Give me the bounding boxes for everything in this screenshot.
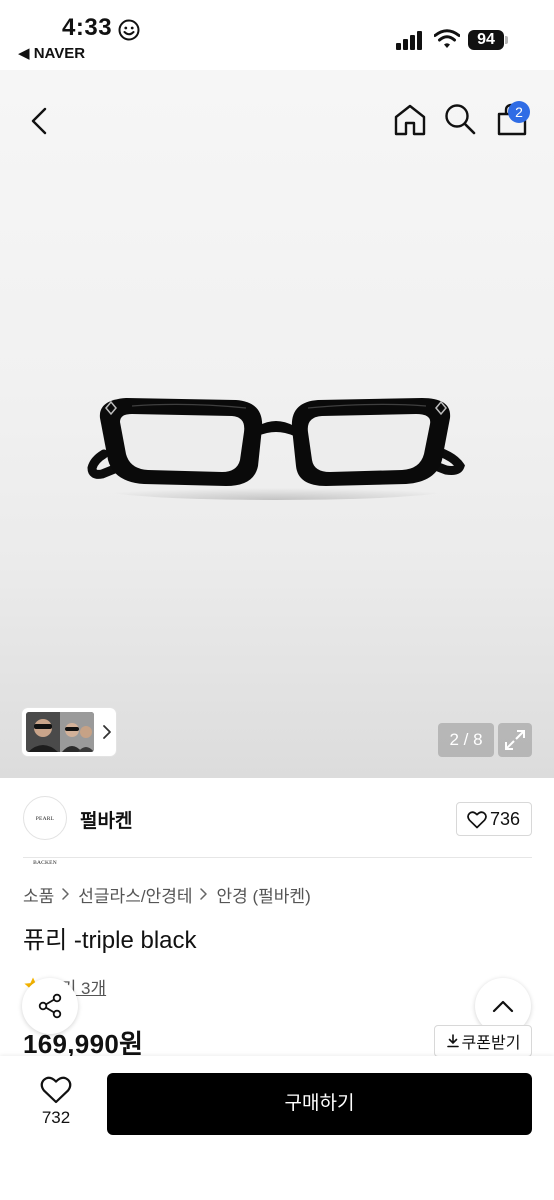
expand-icon (505, 730, 525, 750)
breadcrumb: 소품 선글라스/안경테 안경 (펄바켄) (23, 882, 311, 906)
chevron-up-icon (492, 1000, 514, 1013)
chevron-right-icon (200, 888, 208, 900)
wish-count: 732 (41, 1108, 71, 1127)
breadcrumb-item[interactable]: 선글라스/안경테 (78, 882, 192, 907)
breadcrumb-item[interactable]: 소품 (23, 882, 54, 907)
brand-logo[interactable]: PEARL BACKEN (23, 796, 67, 866)
brand-like-button[interactable]: 736 (456, 802, 532, 836)
divider (23, 857, 532, 858)
search-icon[interactable] (443, 102, 477, 136)
download-icon (446, 1034, 459, 1048)
status-bar: 4:33 ◀ NAVER 94 (0, 0, 554, 70)
signal-icon (396, 31, 422, 50)
wifi-icon (434, 29, 460, 48)
heart-icon[interactable] (40, 1076, 72, 1104)
home-icon[interactable] (392, 102, 428, 138)
back-chevron-icon[interactable] (24, 104, 58, 138)
battery-tip (505, 36, 508, 44)
share-icon (38, 993, 62, 1019)
style-photos-image (26, 712, 94, 752)
battery-indicator: 94 (468, 30, 504, 50)
buy-button[interactable]: 구매하기 (107, 1073, 532, 1135)
smiley-icon (118, 19, 140, 41)
status-time: 4:33 (62, 14, 113, 41)
brand-like-count: 736 (490, 809, 521, 829)
chevron-right-icon (103, 725, 111, 739)
chevron-right-icon (62, 888, 70, 900)
image-counter: 2 / 8 (438, 723, 494, 757)
product-title: 퓨리 -triple black (23, 927, 197, 954)
product-image-glasses (87, 398, 465, 500)
coupon-download-button[interactable]: 쿠폰받기 (434, 1025, 532, 1057)
cart-count-badge: 2 (508, 101, 530, 123)
style-photos-thumbnail[interactable] (22, 708, 116, 756)
heart-icon (467, 811, 487, 829)
breadcrumb-item[interactable]: 안경 (펄바켄) (216, 882, 310, 907)
coupon-label: 쿠폰받기 (461, 1035, 521, 1052)
fullscreen-button[interactable] (498, 723, 532, 757)
brand-name[interactable]: 펄바켄 (80, 806, 132, 833)
back-to-app-link[interactable]: ◀ NAVER (18, 44, 85, 62)
product-detail-screen: 4:33 ◀ NAVER 94 2 2 / 8 PEARL BACKEN 펄바켄… (0, 0, 554, 1200)
